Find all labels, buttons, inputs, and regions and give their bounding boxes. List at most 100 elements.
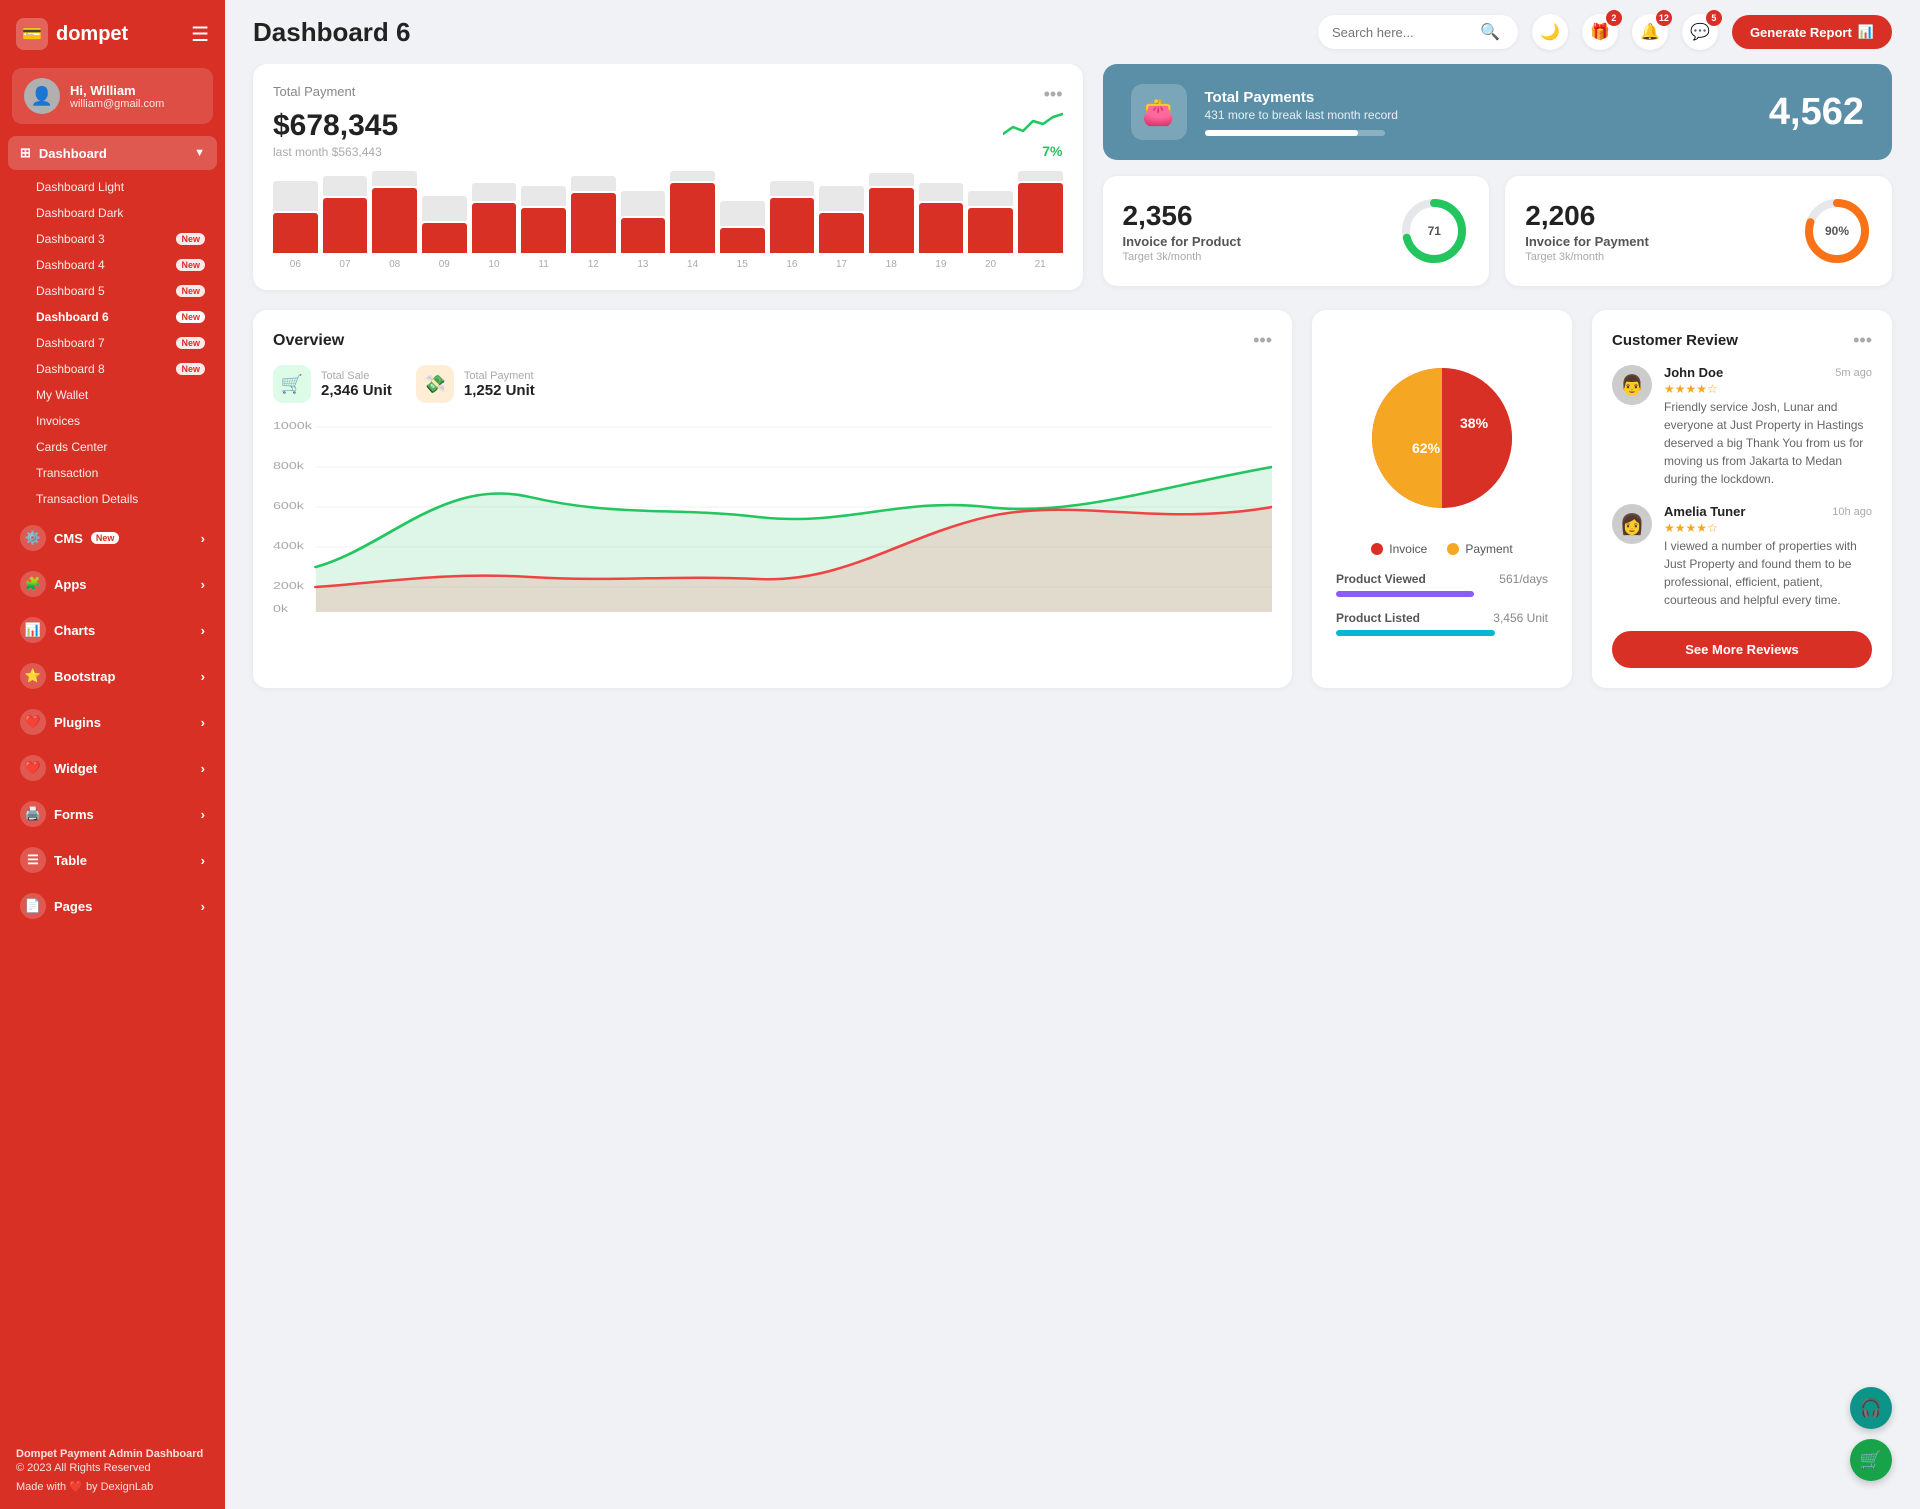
sidebar-user: 👤 Hi, William william@gmail.com [12, 68, 213, 124]
svg-text:600k: 600k [273, 500, 305, 511]
pie-card: 62% 38% Invoice Payment [1312, 310, 1572, 688]
invoice-dot [1371, 543, 1383, 555]
sidebar-item-dashboard-light[interactable]: Dashboard Light [24, 174, 217, 200]
review-header: Customer Review ••• [1612, 330, 1872, 351]
menu-items: ⚙️ CMS New › 🧩 Apps › 📊 Charts › ⭐ Boots… [8, 516, 217, 928]
bar-label-12: 12 [571, 259, 616, 270]
tp-dots[interactable]: ••• [1044, 84, 1063, 105]
sidebar-menu-cms[interactable]: ⚙️ CMS New › [8, 516, 217, 560]
chat-icon: 💬 [1690, 22, 1710, 42]
review-item-0: 👨 John Doe 5m ago ★★★★☆ Friendly service… [1612, 365, 1872, 488]
bar-group-15 [1018, 171, 1063, 253]
bar-label-11: 11 [521, 259, 566, 270]
bars [273, 173, 1063, 253]
dashboard-nav-parent[interactable]: ⊞ Dashboard ▼ [8, 136, 217, 170]
bar-label-15: 15 [720, 259, 765, 270]
bar-label-18: 18 [869, 259, 914, 270]
bar-label-08: 08 [372, 259, 417, 270]
sidebar-item-dashboard-5[interactable]: Dashboard 5New [24, 278, 217, 304]
main-content: Dashboard 6 🔍 🌙 🎁 2 🔔 12 💬 5 Gen [225, 0, 1920, 1509]
sidebar-item-dashboard-3[interactable]: Dashboard 3New [24, 226, 217, 252]
sidebar-menu-bootstrap[interactable]: ⭐ Bootstrap › [8, 654, 217, 698]
total-sale-icon: 🛒 [273, 365, 311, 403]
invoice-payment-card: 2,206 Invoice for Payment Target 3k/mont… [1505, 176, 1892, 286]
sidebar-menu-forms[interactable]: 🖨️ Forms › [8, 792, 217, 836]
brand: 💳 dompet [16, 18, 128, 50]
svg-text:1000k: 1000k [273, 420, 313, 431]
inv-product-label: Invoice for Product [1123, 234, 1241, 249]
bar-label-09: 09 [422, 259, 467, 270]
inv-payment-number: 2,206 [1525, 200, 1649, 232]
invoice-product-card: 2,356 Invoice for Product Target 3k/mont… [1103, 176, 1490, 286]
generate-report-button[interactable]: Generate Report 📊 [1732, 15, 1892, 49]
tp-amount-area: $678,345 last month $563,443 [273, 105, 398, 159]
see-more-reviews-button[interactable]: See More Reviews [1612, 631, 1872, 668]
sidebar-footer: Dompet Payment Admin Dashboard © 2023 Al… [0, 1432, 225, 1509]
right-top-col: 👛 Total Payments 431 more to break last … [1103, 64, 1893, 290]
gift-button[interactable]: 🎁 2 [1582, 14, 1618, 50]
dashboard-icon: ⊞ [20, 145, 31, 161]
sidebar-menu-apps[interactable]: 🧩 Apps › [8, 562, 217, 606]
bell-icon: 🔔 [1640, 22, 1660, 42]
overview-title: Overview [273, 332, 344, 350]
inv-product-donut: 71 [1399, 196, 1469, 266]
product-listed-bar [1336, 630, 1495, 636]
sidebar-item-transaction-details[interactable]: Transaction Details [24, 486, 217, 512]
bar-label-06: 06 [273, 259, 318, 270]
invoice-product-inner: 2,356 Invoice for Product Target 3k/mont… [1123, 196, 1470, 266]
overview-dots[interactable]: ••• [1253, 330, 1272, 351]
total-sale-label: Total Sale [321, 370, 392, 382]
row-1: Total Payment ••• $678,345 last month $5… [253, 64, 1892, 290]
header: Dashboard 6 🔍 🌙 🎁 2 🔔 12 💬 5 Gen [225, 0, 1920, 64]
cart-button[interactable]: 🛒 [1850, 1439, 1892, 1481]
total-payment-icon: 💸 [416, 365, 454, 403]
bar-group-7 [621, 191, 666, 253]
total-payment-card: Total Payment ••• $678,345 last month $5… [253, 64, 1083, 290]
bar-label-19: 19 [919, 259, 964, 270]
sidebar-item-my-wallet[interactable]: My Wallet [24, 382, 217, 408]
sidebar-menu-plugins[interactable]: ❤️ Plugins › [8, 700, 217, 744]
sidebar-menu-table[interactable]: ☰ Table › [8, 838, 217, 882]
bell-button[interactable]: 🔔 12 [1632, 14, 1668, 50]
sidebar-item-transaction[interactable]: Transaction [24, 460, 217, 486]
svg-text:200k: 200k [273, 580, 305, 591]
bar-group-9 [720, 201, 765, 253]
sidebar-item-cards-center[interactable]: Cards Center [24, 434, 217, 460]
product-viewed-label: Product Viewed [1336, 572, 1426, 586]
banner-title: Total Payments [1205, 89, 1751, 106]
total-payment-ov-value: 1,252 Unit [464, 382, 535, 399]
payment-dot [1447, 543, 1459, 555]
review-name-row-0: John Doe 5m ago [1664, 365, 1872, 380]
sidebar-item-dashboard-4[interactable]: Dashboard 4New [24, 252, 217, 278]
review-dots[interactable]: ••• [1853, 330, 1872, 351]
inv-product-left: 2,356 Invoice for Product Target 3k/mont… [1123, 200, 1241, 263]
tp-trend-value: 7% [1042, 143, 1062, 159]
sidebar-menu-widget[interactable]: ❤️ Widget › [8, 746, 217, 790]
product-listed-value: 3,456 Unit [1493, 611, 1548, 625]
sidebar-menu-charts[interactable]: 📊 Charts › [8, 608, 217, 652]
review-avatar-1: 👩 [1612, 504, 1652, 544]
inv-product-target: Target 3k/month [1123, 251, 1241, 263]
sidebar-menu-pages[interactable]: 📄 Pages › [8, 884, 217, 928]
sidebar-item-dashboard-7[interactable]: Dashboard 7New [24, 330, 217, 356]
inv-product-pct: 71 [1428, 224, 1441, 238]
bar-label-20: 20 [968, 259, 1013, 270]
ov-stat-sale: 🛒 Total Sale 2,346 Unit [273, 365, 392, 403]
review-stars-0: ★★★★☆ [1664, 382, 1872, 396]
chat-button[interactable]: 💬 5 [1682, 14, 1718, 50]
bar-group-0 [273, 181, 318, 253]
area-chart: 1000k 800k 600k 400k 200k 0k [273, 417, 1272, 617]
sidebar-item-invoices[interactable]: Invoices [24, 408, 217, 434]
sidebar-item-dashboard-dark[interactable]: Dashboard Dark [24, 200, 217, 226]
hamburger-button[interactable]: ☰ [191, 22, 209, 47]
sidebar-item-dashboard-6[interactable]: Dashboard 6New [24, 304, 217, 330]
search-input[interactable] [1332, 25, 1472, 40]
sidebar-item-dashboard-8[interactable]: Dashboard 8New [24, 356, 217, 382]
invoice-payment-inner: 2,206 Invoice for Payment Target 3k/mont… [1525, 196, 1872, 266]
headset-button[interactable]: 🎧 [1850, 1387, 1892, 1429]
tp-last-month: last month $563,443 [273, 145, 398, 159]
brand-name: dompet [56, 23, 128, 46]
svg-text:400k: 400k [273, 540, 305, 551]
inv-payment-pct: 90% [1825, 224, 1849, 238]
moon-button[interactable]: 🌙 [1532, 14, 1568, 50]
